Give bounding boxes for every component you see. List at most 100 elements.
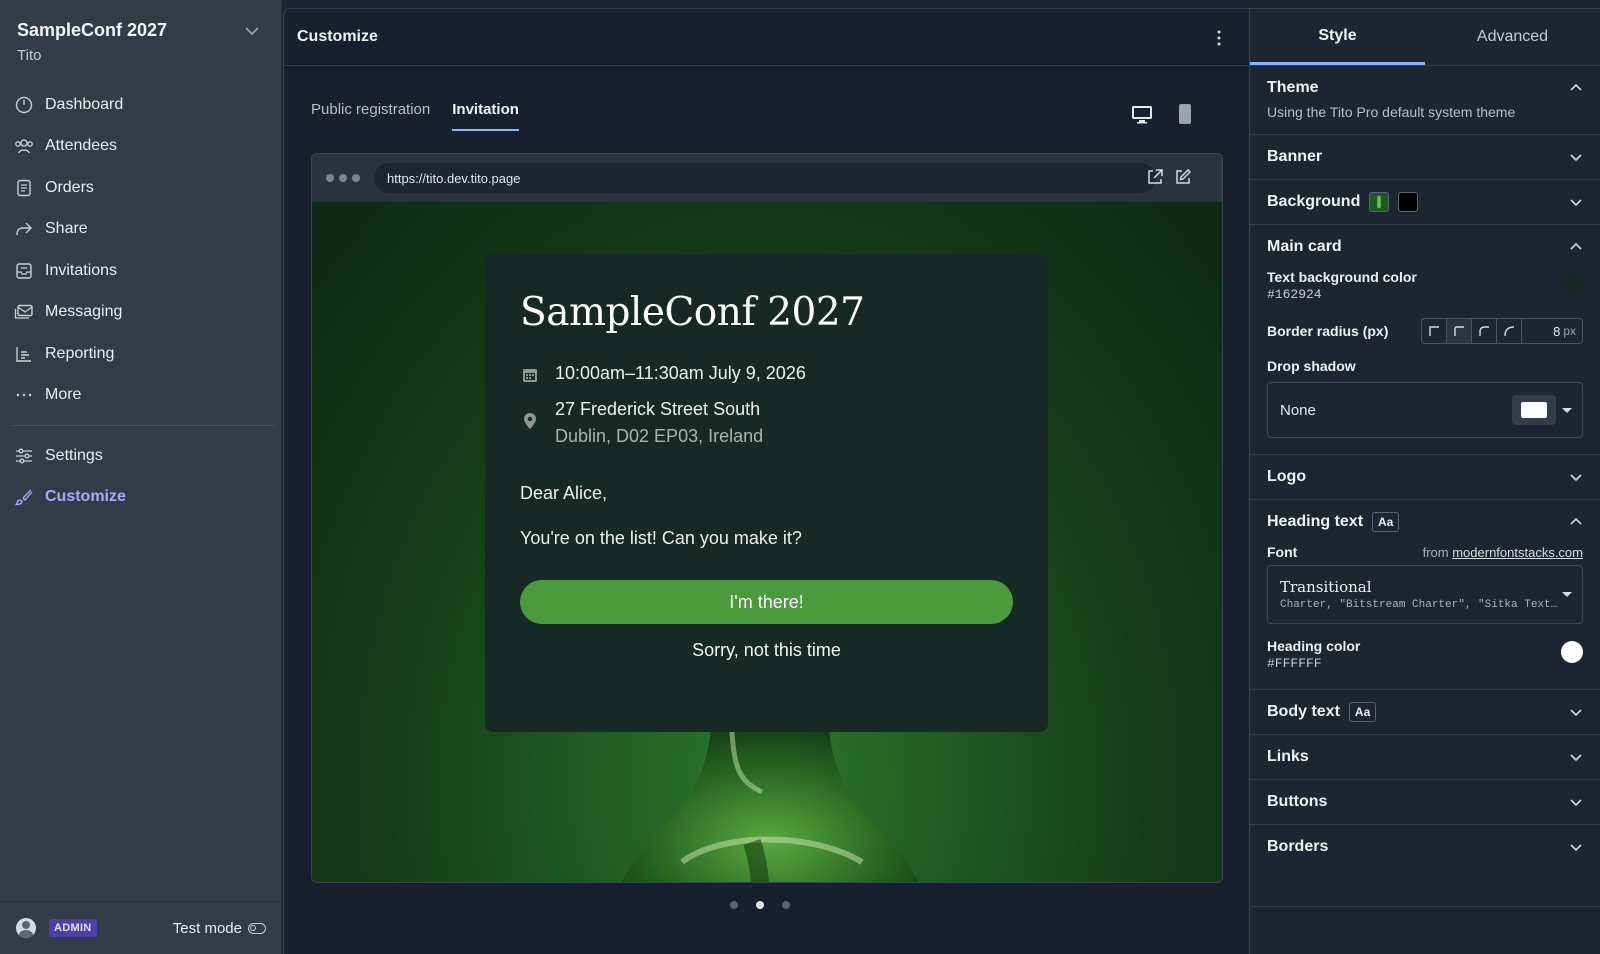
- sidebar-item-settings[interactable]: Settings: [12, 435, 274, 477]
- section-title: Logo: [1267, 468, 1307, 485]
- text-bg-color-label: Text background color: [1267, 269, 1417, 285]
- chevron-up-icon[interactable]: [1568, 239, 1584, 255]
- chevron-down-icon[interactable]: [243, 22, 261, 40]
- section-logo: Logo: [1250, 455, 1600, 500]
- heading-color-swatch[interactable]: [1561, 641, 1583, 663]
- toggle-icon[interactable]: [248, 922, 266, 934]
- section-header-borders[interactable]: Borders: [1267, 825, 1583, 869]
- dropdown-caret-icon: [1562, 592, 1572, 597]
- sidebar-item-reporting[interactable]: Reporting: [12, 333, 274, 375]
- dashboard-icon: [14, 95, 34, 115]
- chevron-down-icon[interactable]: [1568, 469, 1584, 485]
- section-buttons: Buttons: [1250, 780, 1600, 825]
- pager-dot-active[interactable]: [756, 901, 764, 909]
- sidebar-item-more[interactable]: More: [12, 375, 274, 417]
- sidebar-item-label: Invitations: [45, 261, 118, 279]
- background-color-swatch[interactable]: [1398, 192, 1419, 212]
- card-title: SampleConf 2027: [520, 290, 865, 335]
- tab-style[interactable]: Style: [1250, 9, 1425, 65]
- chevron-down-icon[interactable]: [1568, 749, 1584, 765]
- chevron-up-icon[interactable]: [1568, 514, 1584, 530]
- font-source-link[interactable]: modernfontstacks.com: [1452, 545, 1583, 560]
- section-title: Heading text: [1267, 513, 1364, 530]
- section-header-logo[interactable]: Logo: [1267, 455, 1583, 499]
- section-header-banner[interactable]: Banner: [1267, 135, 1583, 179]
- sidebar-item-label: Share: [45, 220, 88, 238]
- external-link-icon[interactable]: [1146, 168, 1164, 186]
- sidebar-item-label: Attendees: [45, 137, 118, 155]
- sidebar-item-label: Messaging: [45, 303, 123, 321]
- heading-color-value: #FFFFFF: [1267, 656, 1322, 671]
- sidebar-item-label: Reporting: [45, 344, 115, 362]
- drop-shadow-select[interactable]: None: [1267, 382, 1583, 438]
- text-bg-color-value: #162924: [1267, 287, 1322, 302]
- accept-button[interactable]: I'm there!: [520, 580, 1013, 624]
- preview-tabs: Public registration Invitation: [311, 101, 519, 131]
- section-header-links[interactable]: Links: [1267, 735, 1583, 779]
- tab-advanced[interactable]: Advanced: [1425, 9, 1600, 65]
- heading-color-label: Heading color: [1267, 638, 1361, 654]
- more-vertical-icon[interactable]: [1211, 29, 1227, 47]
- brush-icon: [14, 487, 34, 507]
- sidebar-item-customize[interactable]: Customize: [12, 477, 274, 519]
- decline-link[interactable]: Sorry, not this time: [520, 640, 1013, 661]
- corner-round-icon[interactable]: [1497, 319, 1522, 343]
- nav-divider: [12, 425, 274, 426]
- section-main-card: Main card Text background color #162924 …: [1250, 225, 1600, 455]
- sidebar-nav: Dashboard Attendees Orders Share Invitat…: [12, 84, 274, 518]
- section-title: Theme: [1267, 79, 1319, 96]
- chevron-down-icon[interactable]: [1568, 704, 1584, 720]
- tab-public-registration[interactable]: Public registration: [311, 101, 430, 131]
- mobile-icon[interactable]: [1174, 103, 1196, 125]
- dropdown-caret-icon: [1562, 408, 1572, 413]
- main-header: Customize: [284, 9, 1249, 66]
- section-banner: Banner: [1250, 135, 1600, 180]
- section-title: Buttons: [1267, 793, 1328, 810]
- corner-medium-icon[interactable]: [1472, 319, 1497, 343]
- shadow-color-swatch[interactable]: [1512, 395, 1556, 425]
- border-radius-input[interactable]: 8 px: [1522, 319, 1582, 343]
- sidebar-item-orders[interactable]: Orders: [12, 167, 274, 209]
- edit-icon[interactable]: [1174, 168, 1192, 186]
- sidebar-item-messaging[interactable]: Messaging: [12, 292, 274, 334]
- section-header-background[interactable]: Background: [1267, 180, 1583, 224]
- section-header-heading-text[interactable]: Heading text Aa: [1267, 500, 1583, 544]
- chevron-up-icon[interactable]: [1568, 80, 1584, 96]
- font-from: from: [1422, 545, 1449, 560]
- test-mode-toggle[interactable]: Test mode: [173, 920, 266, 937]
- sidebar-item-attendees[interactable]: Attendees: [12, 126, 274, 168]
- chevron-down-icon[interactable]: [1568, 794, 1584, 810]
- org-switcher[interactable]: SampleConf 2027 Tito: [17, 20, 267, 64]
- section-header-main-card[interactable]: Main card: [1267, 225, 1583, 269]
- section-header-buttons[interactable]: Buttons: [1267, 780, 1583, 824]
- preview-stage: SampleConf 2027 10:00am–11:30am July 9, …: [312, 202, 1222, 882]
- desktop-icon[interactable]: [1131, 103, 1153, 125]
- pager-dot[interactable]: [730, 901, 738, 909]
- pager-dot[interactable]: [782, 901, 790, 909]
- text-bg-color-swatch[interactable]: [1561, 273, 1583, 295]
- section-links: Links: [1250, 735, 1600, 780]
- background-image-swatch[interactable]: [1369, 192, 1390, 212]
- tab-invitation[interactable]: Invitation: [452, 101, 519, 131]
- chevron-down-icon[interactable]: [1568, 839, 1584, 855]
- corner-small-icon[interactable]: [1447, 319, 1472, 343]
- sidebar: SampleConf 2027 Tito Dashboard Attendees…: [0, 0, 282, 954]
- avatar[interactable]: [16, 918, 36, 938]
- corner-square-icon[interactable]: [1422, 319, 1447, 343]
- font-select[interactable]: Transitional Charter, "Bitstream Charter…: [1267, 565, 1583, 624]
- section-borders: Borders: [1250, 825, 1600, 907]
- url-bar[interactable]: https://tito.dev.tito.page: [374, 163, 1156, 193]
- section-title: Borders: [1267, 838, 1329, 855]
- section-header-body-text[interactable]: Body text Aa: [1267, 690, 1583, 734]
- receipt-icon: [14, 178, 34, 198]
- sidebar-item-dashboard[interactable]: Dashboard: [12, 84, 274, 126]
- section-title: Links: [1267, 748, 1309, 765]
- sidebar-item-invitations[interactable]: Invitations: [12, 250, 274, 292]
- chevron-down-icon[interactable]: [1568, 194, 1584, 210]
- chevron-down-icon[interactable]: [1568, 149, 1584, 165]
- event-datetime: 10:00am–11:30am July 9, 2026: [520, 363, 1013, 385]
- invitation-card: SampleConf 2027 10:00am–11:30am July 9, …: [485, 254, 1048, 732]
- page-title: Customize: [297, 28, 378, 45]
- browser-bar: https://tito.dev.tito.page: [312, 154, 1222, 202]
- sidebar-item-share[interactable]: Share: [12, 209, 274, 251]
